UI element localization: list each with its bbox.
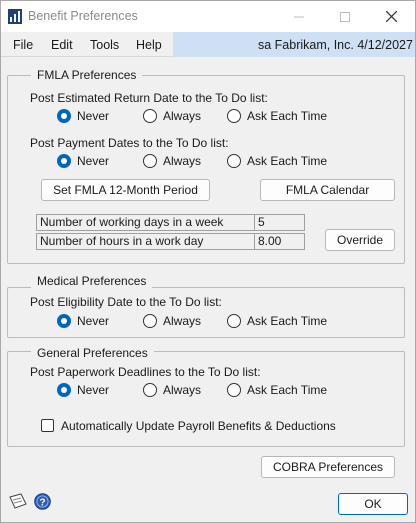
set-fmla-period-button[interactable]: Set FMLA 12-Month Period xyxy=(41,179,210,201)
auto-update-checkbox[interactable] xyxy=(41,419,54,432)
paperwork-never-label: Never xyxy=(77,383,110,397)
return-always-radio[interactable] xyxy=(143,109,157,123)
hours-per-day-label: Number of hours in a work day xyxy=(36,233,255,250)
hours-per-day-value: 8.00 xyxy=(254,233,305,250)
svg-text:?: ? xyxy=(39,497,45,508)
menu-help[interactable]: Help xyxy=(136,38,162,52)
minimize-icon xyxy=(294,16,304,17)
menu-edit[interactable]: Edit xyxy=(51,38,73,52)
menu-file[interactable]: File xyxy=(13,38,33,52)
help-icon[interactable]: ? xyxy=(34,493,51,510)
payment-dates-label: Post Payment Dates to the To Do list: xyxy=(30,136,229,150)
eligibility-ask-radio[interactable] xyxy=(227,314,241,328)
return-never-label: Never xyxy=(77,109,110,123)
return-never-radio[interactable] xyxy=(57,109,71,123)
paperwork-ask-label: Ask Each Time xyxy=(247,383,328,397)
return-date-label: Post Estimated Return Date to the To Do … xyxy=(30,91,268,105)
medical-group-title: Medical Preferences xyxy=(31,274,153,288)
ok-button[interactable]: OK xyxy=(338,493,408,515)
return-always-label: Always xyxy=(163,109,202,123)
payment-ask-label: Ask Each Time xyxy=(247,154,328,168)
title-bar: Benefit Preferences xyxy=(1,1,415,32)
paperwork-deadlines-label: Post Paperwork Deadlines to the To Do li… xyxy=(30,365,261,379)
paperwork-always-radio[interactable] xyxy=(143,383,157,397)
payment-never-radio[interactable] xyxy=(57,154,71,168)
eligibility-always-label: Always xyxy=(163,314,202,328)
chart-icon xyxy=(8,9,22,24)
maximize-button[interactable] xyxy=(322,1,368,32)
close-icon xyxy=(385,11,397,22)
eligibility-ask-label: Ask Each Time xyxy=(247,314,328,328)
minimize-button[interactable] xyxy=(276,1,322,32)
general-group-title: General Preferences xyxy=(31,346,154,360)
payment-always-label: Always xyxy=(163,154,202,168)
eligibility-never-radio[interactable] xyxy=(57,314,71,328)
eligibility-always-radio[interactable] xyxy=(143,314,157,328)
payment-never-label: Never xyxy=(77,154,110,168)
user-info-bar: sa Fabrikam, Inc. 4/12/2027 xyxy=(173,32,415,57)
paperwork-never-radio[interactable] xyxy=(57,383,71,397)
working-days-value: 5 xyxy=(254,214,305,231)
working-days-label: Number of working days in a week xyxy=(36,214,255,231)
user-company-date: sa Fabrikam, Inc. 4/12/2027 xyxy=(258,38,413,52)
close-button[interactable] xyxy=(368,1,414,32)
return-ask-radio[interactable] xyxy=(227,109,241,123)
payment-always-radio[interactable] xyxy=(143,154,157,168)
note-icon[interactable] xyxy=(9,493,27,509)
eligibility-never-label: Never xyxy=(77,314,110,328)
paperwork-always-label: Always xyxy=(163,383,202,397)
paperwork-ask-radio[interactable] xyxy=(227,383,241,397)
return-ask-label: Ask Each Time xyxy=(247,109,328,123)
auto-update-label: Automatically Update Payroll Benefits & … xyxy=(61,419,336,433)
window-title: Benefit Preferences xyxy=(28,9,138,23)
eligibility-date-label: Post Eligibility Date to the To Do list: xyxy=(30,295,222,309)
payment-ask-radio[interactable] xyxy=(227,154,241,168)
menu-tools[interactable]: Tools xyxy=(90,38,119,52)
cobra-preferences-button[interactable]: COBRA Preferences xyxy=(261,456,395,478)
override-button[interactable]: Override xyxy=(325,229,395,251)
maximize-icon xyxy=(340,11,350,22)
fmla-group-title: FMLA Preferences xyxy=(31,68,143,82)
benefit-preferences-window: Benefit Preferences File Edit Tools Help… xyxy=(0,0,416,523)
fmla-calendar-button[interactable]: FMLA Calendar xyxy=(260,179,395,201)
